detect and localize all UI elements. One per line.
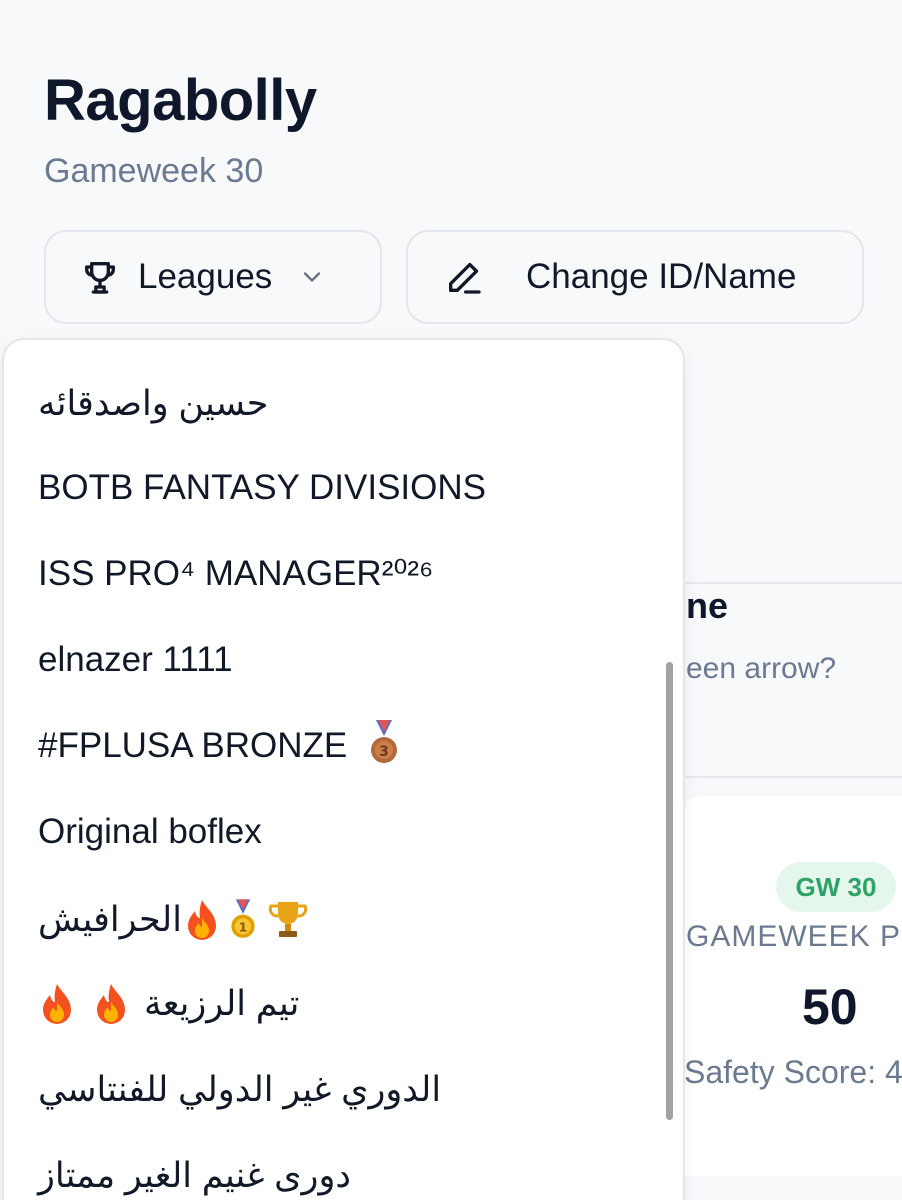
leagues-label: Leagues	[138, 257, 273, 296]
league-item[interactable]: BOTB FANTASY DIVISIONS	[38, 466, 486, 510]
league-name: ISS PRO⁴ MANAGER²⁰²⁶	[38, 554, 434, 593]
league-item[interactable]: تيم الرزيعة	[38, 982, 299, 1026]
safety-score: Safety Score: 4	[684, 1054, 902, 1090]
svg-text:3: 3	[379, 744, 389, 760]
pencil-icon	[449, 262, 481, 294]
page: Ragabolly Gameweek 30 Leagues Change ID/…	[0, 0, 902, 1200]
gameweek-subtitle: Gameweek 30	[44, 152, 264, 190]
league-item[interactable]: #FPLUSA BRONZE 3	[38, 719, 403, 768]
fire-icon	[43, 984, 71, 1024]
chevron-down-icon	[304, 272, 321, 282]
league-name: elnazer 1111	[38, 640, 233, 679]
change-id-button[interactable]: Change ID/Name	[406, 230, 864, 324]
league-item[interactable]: ISS PRO⁴ MANAGER²⁰²⁶	[38, 552, 433, 596]
league-name: Original boflex	[38, 812, 262, 851]
gameweek-badge: GW 30	[776, 862, 896, 912]
league-name: الحرافيش	[38, 900, 182, 939]
info-card-heading: ne	[686, 585, 729, 626]
page-title: Ragabolly	[44, 68, 317, 133]
league-name: حسين واصدقائه	[38, 384, 269, 423]
league-item[interactable]: حسين واصدقائه	[38, 382, 268, 426]
league-name: تيم الرزيعة	[144, 984, 300, 1023]
league-item[interactable]: elnazer 1111	[38, 638, 233, 682]
league-name: #FPLUSA BRONZE	[38, 726, 348, 765]
bronze-medal-icon: 3	[371, 719, 397, 763]
info-card-subtext: een arrow?	[686, 652, 837, 685]
gameweek-points-label: GAMEWEEK PO	[686, 920, 902, 953]
leagues-button[interactable]: Leagues	[44, 230, 382, 324]
trophy-icon	[268, 902, 308, 937]
points-card	[682, 796, 902, 1176]
league-item[interactable]: الدوري غير الدولي للفنتاسي	[38, 1068, 441, 1112]
dropdown-scrollbar[interactable]	[666, 662, 673, 1120]
svg-text:1: 1	[239, 920, 248, 935]
league-item[interactable]: Original boflex	[38, 810, 262, 854]
gold-medal-icon: 1	[231, 899, 255, 938]
league-name: الدوري غير الدولي للفنتاسي	[38, 1070, 442, 1109]
fire-icon	[97, 984, 125, 1024]
league-name: BOTB FANTASY DIVISIONS	[38, 468, 486, 507]
gameweek-points-value: 50	[802, 979, 858, 1035]
fire-icon	[187, 900, 216, 940]
league-name: دورى غنيم الغير ممتاز	[38, 1156, 351, 1195]
league-item[interactable]: الحرافيش 1	[38, 896, 310, 944]
leagues-dropdown[interactable]: حسين واصدقائه BOTB FANTASY DIVISIONS ISS…	[2, 338, 685, 1200]
league-item[interactable]: دورى غنيم الغير ممتاز	[38, 1154, 351, 1198]
change-id-label: Change ID/Name	[526, 257, 797, 296]
trophy-icon	[85, 262, 116, 294]
